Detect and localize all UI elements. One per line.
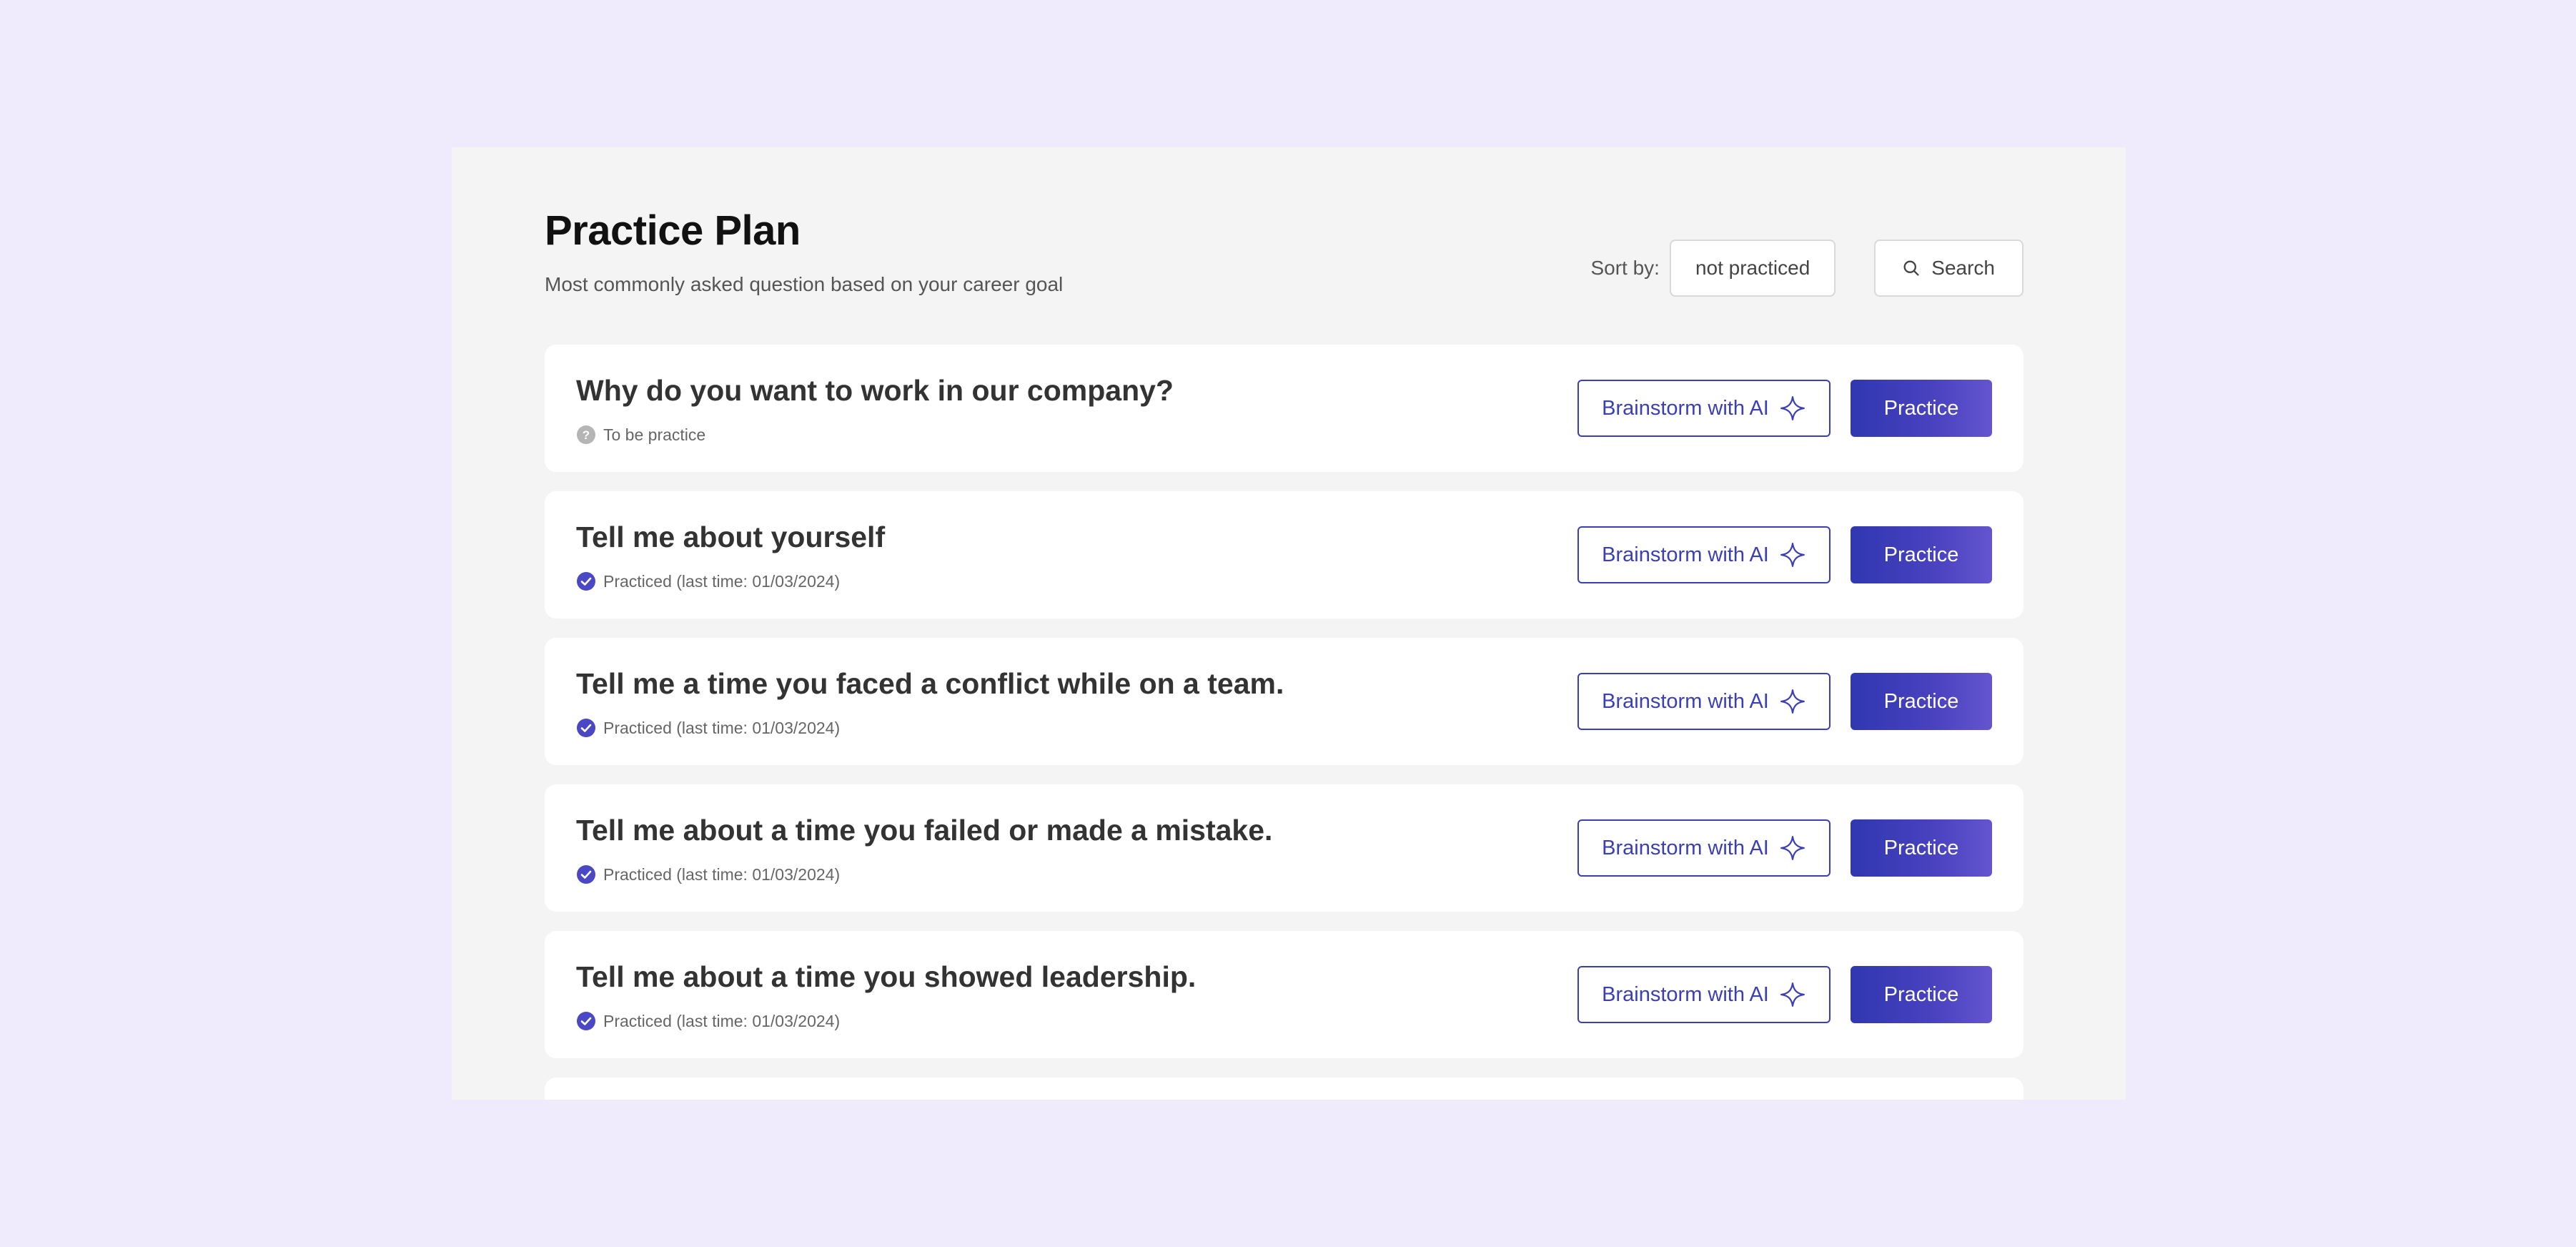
sort-label: Sort by: <box>1590 257 1660 279</box>
sort-select-value: not practiced <box>1695 257 1810 279</box>
practice-button[interactable]: Practice <box>1851 819 1992 877</box>
question-card-partial <box>545 1078 2023 1100</box>
question-status-text: Practiced (last time: 01/03/2024) <box>603 571 841 591</box>
question-card: Tell me about a time you showed leadersh… <box>545 931 2023 1058</box>
brainstorm-button-label: Brainstorm with AI <box>1602 836 1769 859</box>
search-icon <box>1903 260 1919 276</box>
question-actions: Brainstorm with AI Practice <box>1577 966 1992 1023</box>
question-status: Practiced (last time: 01/03/2024) <box>576 864 840 884</box>
question-actions: Brainstorm with AI Practice <box>1577 380 1992 437</box>
question-status: Practiced (last time: 01/03/2024) <box>576 571 840 591</box>
practice-button[interactable]: Practice <box>1851 526 1992 583</box>
practice-plan-content: Practice Plan Most commonly asked questi… <box>545 147 2023 1100</box>
question-status: Practiced (last time: 01/03/2024) <box>576 718 840 738</box>
question-title: Tell me a time you faced a conflict whil… <box>576 667 1284 700</box>
practice-button[interactable]: Practice <box>1851 966 1992 1023</box>
sort-select[interactable]: not practiced <box>1669 240 1836 297</box>
brainstorm-button-label: Brainstorm with AI <box>1602 543 1769 566</box>
brainstorm-with-ai-button[interactable]: Brainstorm with AI <box>1577 380 1831 437</box>
question-status: ? To be practice <box>576 425 705 445</box>
brainstorm-with-ai-button[interactable]: Brainstorm with AI <box>1577 673 1831 730</box>
brainstorm-with-ai-button[interactable]: Brainstorm with AI <box>1577 966 1831 1023</box>
svg-text:?: ? <box>583 428 590 442</box>
question-actions: Brainstorm with AI Practice <box>1577 673 1992 730</box>
sparkle-icon <box>1779 541 1806 568</box>
question-list: Why do you want to work in our company? … <box>545 345 2023 1100</box>
practice-button[interactable]: Practice <box>1851 380 1992 437</box>
question-actions: Brainstorm with AI Practice <box>1577 819 1992 877</box>
question-title: Why do you want to work in our company? <box>576 374 1174 407</box>
question-icon: ? <box>576 425 596 445</box>
brainstorm-button-label: Brainstorm with AI <box>1602 982 1769 1006</box>
practice-button[interactable]: Practice <box>1851 673 1992 730</box>
practice-plan-panel: Practice Plan Most commonly asked questi… <box>452 147 2126 1100</box>
check-icon <box>576 864 596 884</box>
question-status-text: Practiced (last time: 01/03/2024) <box>603 864 841 884</box>
page-title: Practice Plan <box>545 207 801 254</box>
question-title: Tell me about a time you failed or made … <box>576 814 1273 847</box>
brainstorm-button-label: Brainstorm with AI <box>1602 396 1769 420</box>
question-title: Tell me about a time you showed leadersh… <box>576 960 1197 993</box>
check-icon <box>576 1011 596 1031</box>
check-icon <box>576 571 596 591</box>
search-button-label: Search <box>1931 257 1995 279</box>
page-subtitle: Most commonly asked question based on yo… <box>545 273 1064 295</box>
question-actions: Brainstorm with AI Practice <box>1577 526 1992 583</box>
question-title: Tell me about yourself <box>576 521 886 553</box>
brainstorm-with-ai-button[interactable]: Brainstorm with AI <box>1577 526 1831 583</box>
question-card: Why do you want to work in our company? … <box>545 345 2023 472</box>
question-status-text: Practiced (last time: 01/03/2024) <box>603 718 841 737</box>
sparkle-icon <box>1779 688 1806 715</box>
brainstorm-button-label: Brainstorm with AI <box>1602 689 1769 713</box>
sparkle-icon <box>1779 395 1806 422</box>
question-card: Tell me about a time you failed or made … <box>545 784 2023 912</box>
question-card: Tell me about yourself Practiced (last t… <box>545 491 2023 618</box>
question-status: Practiced (last time: 01/03/2024) <box>576 1011 840 1031</box>
list-controls: Sort by: not practiced Search <box>1590 239 2023 297</box>
check-icon <box>576 718 596 738</box>
sparkle-icon <box>1779 834 1806 862</box>
page-header: Practice Plan Most commonly asked questi… <box>545 147 2023 345</box>
question-card: Tell me a time you faced a conflict whil… <box>545 638 2023 765</box>
sparkle-icon <box>1779 981 1806 1008</box>
question-status-text: Practiced (last time: 01/03/2024) <box>603 1011 841 1030</box>
question-status-text: To be practice <box>603 425 706 444</box>
search-button[interactable]: Search <box>1874 240 2023 297</box>
brainstorm-with-ai-button[interactable]: Brainstorm with AI <box>1577 819 1831 877</box>
